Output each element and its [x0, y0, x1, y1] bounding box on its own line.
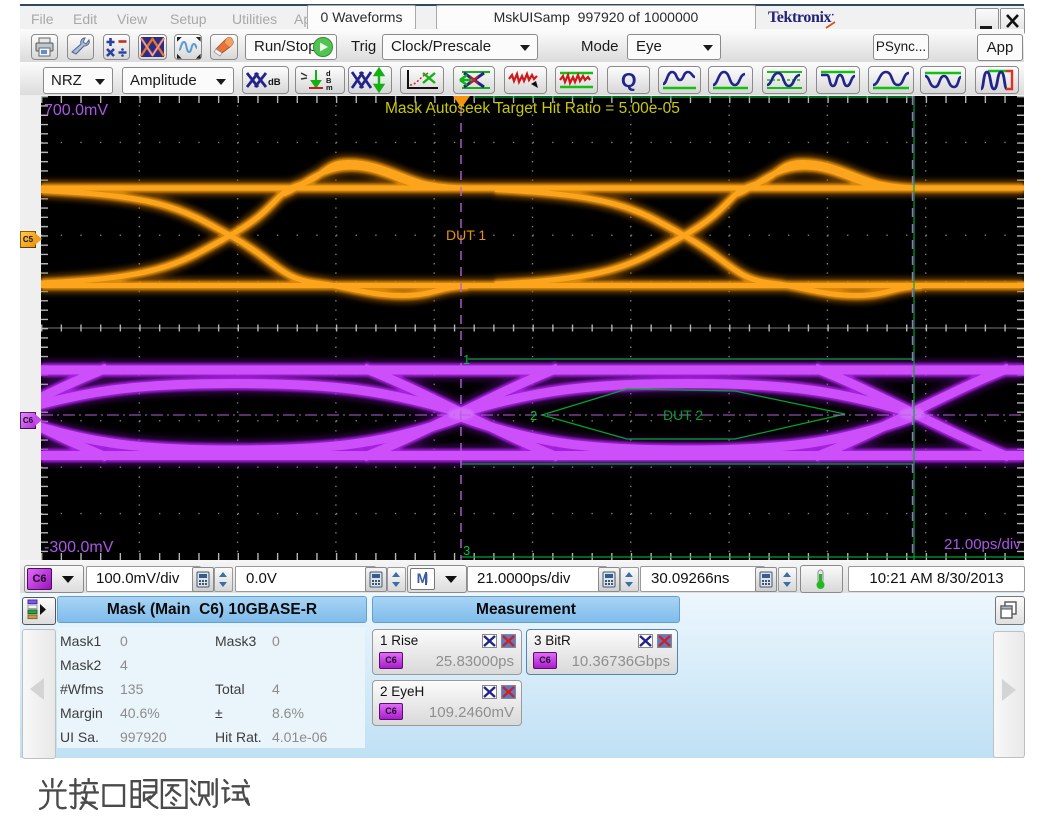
svg-text:Mask Autoseek Target Hit Ratio: Mask Autoseek Target Hit Ratio = 5.00e-0… — [385, 100, 680, 117]
svg-text:2: 2 — [530, 408, 537, 423]
svg-text:1: 1 — [463, 352, 470, 367]
svg-text:3: 3 — [463, 543, 470, 558]
svg-text:dB: dB — [268, 77, 281, 88]
svg-text:m: m — [326, 83, 333, 92]
svg-text:DUT 2: DUT 2 — [663, 407, 703, 423]
svg-text:700.0mV: 700.0mV — [44, 102, 108, 119]
svg-text:Q: Q — [621, 70, 637, 92]
svg-text:DUT 1: DUT 1 — [446, 227, 486, 243]
svg-text:-300.0mV: -300.0mV — [44, 539, 114, 556]
svg-text:21.00ps/div: 21.00ps/div — [944, 536, 1021, 553]
